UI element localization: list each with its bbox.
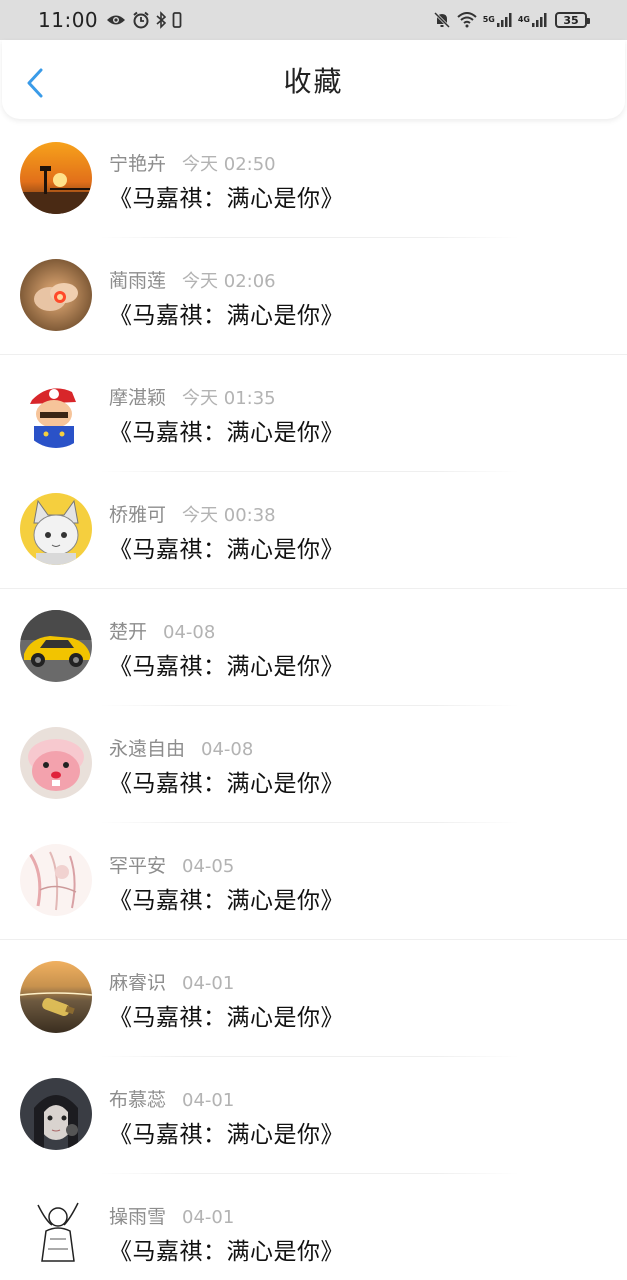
network-4g-label: 4G — [517, 15, 530, 24]
item-meta: 摩湛颖 今天 01:35 — [109, 383, 276, 410]
signal-5g-icon — [496, 12, 512, 28]
timestamp: 今天 02:06 — [182, 271, 276, 292]
list-item[interactable]: 布慕蕊 04-01 《马嘉祺：满心是你》 — [0, 1057, 627, 1174]
status-left: 11:00 — [38, 8, 188, 32]
timestamp: 04-08 — [201, 739, 254, 760]
wifi-icon — [457, 12, 477, 28]
header-bar: 收藏 — [2, 40, 625, 119]
alarm-icon — [132, 11, 150, 29]
item-meta: 桥雅可 今天 00:38 — [109, 500, 276, 527]
timestamp: 04-01 — [182, 973, 235, 994]
list-item[interactable]: 永遠自由 04-08 《马嘉祺：满心是你》 — [0, 706, 627, 823]
timestamp: 04-01 — [182, 1207, 235, 1228]
item-meta: 蔺雨莲 今天 02:06 — [109, 266, 276, 293]
item-meta: 永遠自由 04-08 — [109, 734, 253, 761]
battery-indicator: 35 — [555, 12, 590, 28]
item-meta: 操雨雪 04-01 — [109, 1202, 234, 1229]
avatar[interactable] — [20, 1195, 92, 1267]
item-meta: 布慕蕊 04-01 — [109, 1085, 234, 1112]
timestamp: 04-05 — [182, 856, 235, 877]
eye-icon — [106, 13, 126, 27]
item-meta: 麻睿识 04-01 — [109, 968, 234, 995]
favorite-title[interactable]: 《马嘉祺：满心是你》 — [109, 179, 344, 213]
favorite-title[interactable]: 《马嘉祺：满心是你》 — [109, 1232, 344, 1266]
username: 布慕蕊 — [109, 1089, 167, 1111]
vibrate-icon — [172, 11, 182, 29]
chevron-left-icon — [27, 68, 43, 98]
signal-4g-icon — [531, 12, 547, 28]
bluetooth-icon — [156, 11, 167, 29]
avatar[interactable] — [20, 493, 92, 565]
status-right: 5G 4G 35 — [433, 11, 590, 29]
favorite-title[interactable]: 《马嘉祺：满心是你》 — [109, 530, 344, 564]
favorite-title[interactable]: 《马嘉祺：满心是你》 — [109, 881, 344, 915]
list-item[interactable]: 摩湛颖 今天 01:35 《马嘉祺：满心是你》 — [0, 355, 627, 472]
favorites-list: 宁艳卉 今天 02:50 《马嘉祺：满心是你》 蔺雨莲 今天 02:06 《马嘉… — [0, 121, 627, 1280]
network-5g-label: 5G — [482, 15, 495, 24]
avatar[interactable] — [20, 142, 92, 214]
mute-bell-icon — [433, 11, 451, 29]
avatar[interactable] — [20, 610, 92, 682]
status-bar: 11:00 5G 4G 35 — [0, 0, 627, 40]
item-meta: 罕平安 04-05 — [109, 851, 234, 878]
timestamp: 今天 00:38 — [182, 505, 276, 526]
timestamp: 04-01 — [182, 1090, 235, 1111]
username: 麻睿识 — [109, 972, 167, 994]
page-title: 收藏 — [283, 64, 344, 98]
avatar[interactable] — [20, 961, 92, 1033]
list-item[interactable]: 宁艳卉 今天 02:50 《马嘉祺：满心是你》 — [0, 121, 627, 238]
username: 蔺雨莲 — [109, 270, 167, 292]
timestamp: 今天 01:35 — [182, 388, 276, 409]
avatar[interactable] — [20, 1078, 92, 1150]
username: 罕平安 — [109, 855, 167, 877]
avatar[interactable] — [20, 376, 92, 448]
timestamp: 04-08 — [163, 622, 216, 643]
item-meta: 楚开 04-08 — [109, 617, 215, 644]
avatar[interactable] — [20, 727, 92, 799]
list-item[interactable]: 蔺雨莲 今天 02:06 《马嘉祺：满心是你》 — [0, 238, 627, 355]
favorite-title[interactable]: 《马嘉祺：满心是你》 — [109, 1115, 344, 1149]
list-item[interactable]: 麻睿识 04-01 《马嘉祺：满心是你》 — [0, 940, 627, 1057]
favorite-title[interactable]: 《马嘉祺：满心是你》 — [109, 998, 344, 1032]
list-item[interactable]: 操雨雪 04-01 《马嘉祺：满心是你》 — [0, 1174, 627, 1280]
avatar[interactable] — [20, 844, 92, 916]
timestamp: 今天 02:50 — [182, 154, 276, 175]
favorite-title[interactable]: 《马嘉祺：满心是你》 — [109, 764, 344, 798]
avatar[interactable] — [20, 259, 92, 331]
list-item[interactable]: 罕平安 04-05 《马嘉祺：满心是你》 — [0, 823, 627, 940]
username: 永遠自由 — [109, 738, 186, 760]
favorite-title[interactable]: 《马嘉祺：满心是你》 — [109, 647, 344, 681]
username: 宁艳卉 — [109, 153, 167, 175]
favorite-title[interactable]: 《马嘉祺：满心是你》 — [109, 296, 344, 330]
username: 摩湛颖 — [109, 387, 167, 409]
back-button[interactable] — [22, 66, 50, 100]
item-meta: 宁艳卉 今天 02:50 — [109, 149, 276, 176]
favorite-title[interactable]: 《马嘉祺：满心是你》 — [109, 413, 344, 447]
username: 操雨雪 — [109, 1206, 167, 1228]
list-item[interactable]: 楚开 04-08 《马嘉祺：满心是你》 — [0, 589, 627, 706]
list-item[interactable]: 桥雅可 今天 00:38 《马嘉祺：满心是你》 — [0, 472, 627, 589]
username: 楚开 — [109, 621, 148, 643]
status-time: 11:00 — [38, 8, 99, 32]
username: 桥雅可 — [109, 504, 167, 526]
